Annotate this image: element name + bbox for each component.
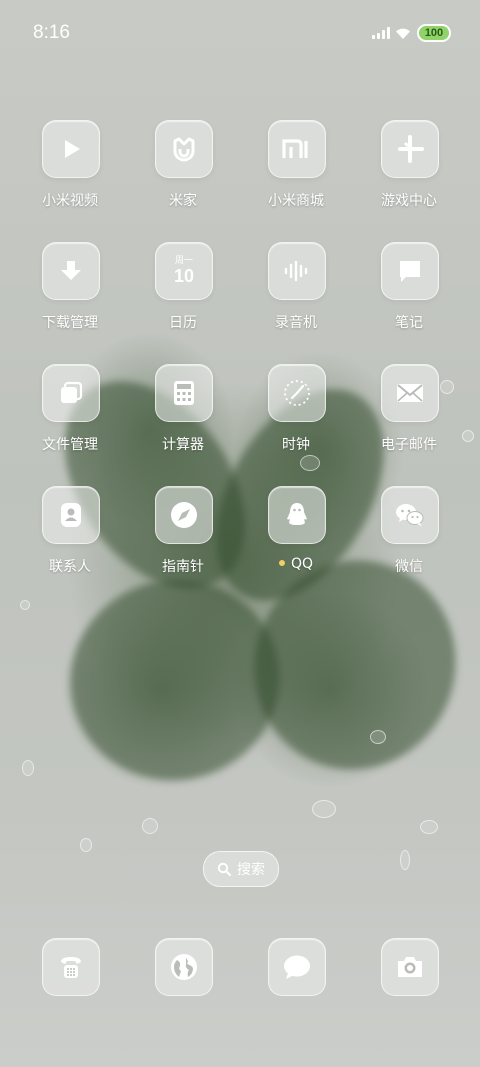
app-clock[interactable]: 时钟: [240, 364, 352, 474]
app-label: 日历: [169, 315, 197, 331]
app-compass[interactable]: 指南针: [127, 486, 239, 596]
app-qq[interactable]: QQ: [240, 486, 352, 596]
app-label-text: QQ: [290, 556, 314, 572]
app-label: 笔记: [395, 315, 423, 331]
app-xiaomi-video[interactable]: 小米视频: [14, 120, 126, 230]
app-game-center[interactable]: 游戏中心: [353, 120, 465, 230]
water-drop: [142, 818, 158, 834]
compass-icon: [155, 486, 213, 544]
game-center-icon: [381, 120, 439, 178]
mi-logo-icon: [268, 120, 326, 178]
app-download-manager[interactable]: 下载管理: [14, 242, 126, 352]
app-label: 微信: [395, 559, 423, 575]
app-label: 电子邮件: [381, 437, 437, 453]
download-icon: [42, 242, 100, 300]
dock-browser[interactable]: [155, 938, 213, 996]
cellular-signal-icon: [372, 27, 390, 39]
camera-icon: [398, 957, 422, 977]
new-notification-dot: [278, 560, 285, 566]
wifi-icon: [395, 25, 411, 39]
app-file-manager[interactable]: 文件管理: [14, 364, 126, 474]
dock-messages[interactable]: [268, 938, 326, 996]
notes-icon: [381, 242, 439, 300]
water-drop: [400, 850, 410, 870]
app-notes[interactable]: 笔记: [353, 242, 465, 352]
calculator-icon: [155, 364, 213, 422]
app-label: 小米视频: [42, 193, 98, 209]
status-time: 8:16: [33, 22, 70, 43]
app-label: 米家: [169, 193, 197, 209]
phone-icon: [61, 957, 81, 978]
qq-icon: [268, 486, 326, 544]
calendar-weekday: 周一: [174, 256, 193, 266]
app-label: 下载管理: [42, 315, 98, 331]
app-label: 指南针: [162, 559, 204, 575]
dock-phone[interactable]: [42, 938, 100, 996]
app-label: 小米商城: [268, 193, 324, 209]
app-label: 游戏中心: [381, 193, 437, 209]
water-drop: [80, 838, 92, 852]
water-drop: [22, 760, 34, 776]
app-mi-store[interactable]: 小米商城: [240, 120, 352, 230]
mijia-icon: [155, 120, 213, 178]
water-drop: [420, 820, 438, 834]
app-label: 录音机: [275, 315, 317, 331]
wechat-icon: [381, 486, 439, 544]
app-calculator[interactable]: 计算器: [127, 364, 239, 474]
app-label: 计算器: [162, 437, 204, 453]
app-label: QQ: [240, 556, 352, 572]
file-manager-icon: [42, 364, 100, 422]
messages-icon: [284, 955, 310, 979]
app-email[interactable]: 电子邮件: [353, 364, 465, 474]
calendar-day: 10: [173, 266, 195, 286]
calendar-icon: 周一 10: [155, 242, 213, 300]
app-contacts[interactable]: 联系人: [14, 486, 126, 596]
app-calendar[interactable]: 周一 10 日历: [127, 242, 239, 352]
app-label: 联系人: [49, 559, 91, 575]
search-button[interactable]: 搜索: [203, 851, 279, 887]
search-label: 搜索: [237, 862, 265, 878]
dock-camera[interactable]: [381, 938, 439, 996]
app-label: 时钟: [282, 437, 310, 453]
recorder-icon: [268, 242, 326, 300]
clock-icon: [268, 364, 326, 422]
app-mijia[interactable]: 米家: [127, 120, 239, 230]
water-drop: [20, 600, 30, 610]
app-label: 文件管理: [42, 437, 98, 453]
water-drop: [370, 730, 386, 744]
browser-icon: [171, 954, 197, 980]
play-icon: [42, 120, 100, 178]
status-bar: 8:16 100: [0, 0, 480, 66]
water-drop: [312, 800, 336, 818]
mail-icon: [381, 364, 439, 422]
contacts-icon: [42, 486, 100, 544]
app-recorder[interactable]: 录音机: [240, 242, 352, 352]
search-icon: [217, 862, 231, 876]
app-wechat[interactable]: 微信: [353, 486, 465, 596]
battery-indicator: 100: [417, 24, 451, 42]
